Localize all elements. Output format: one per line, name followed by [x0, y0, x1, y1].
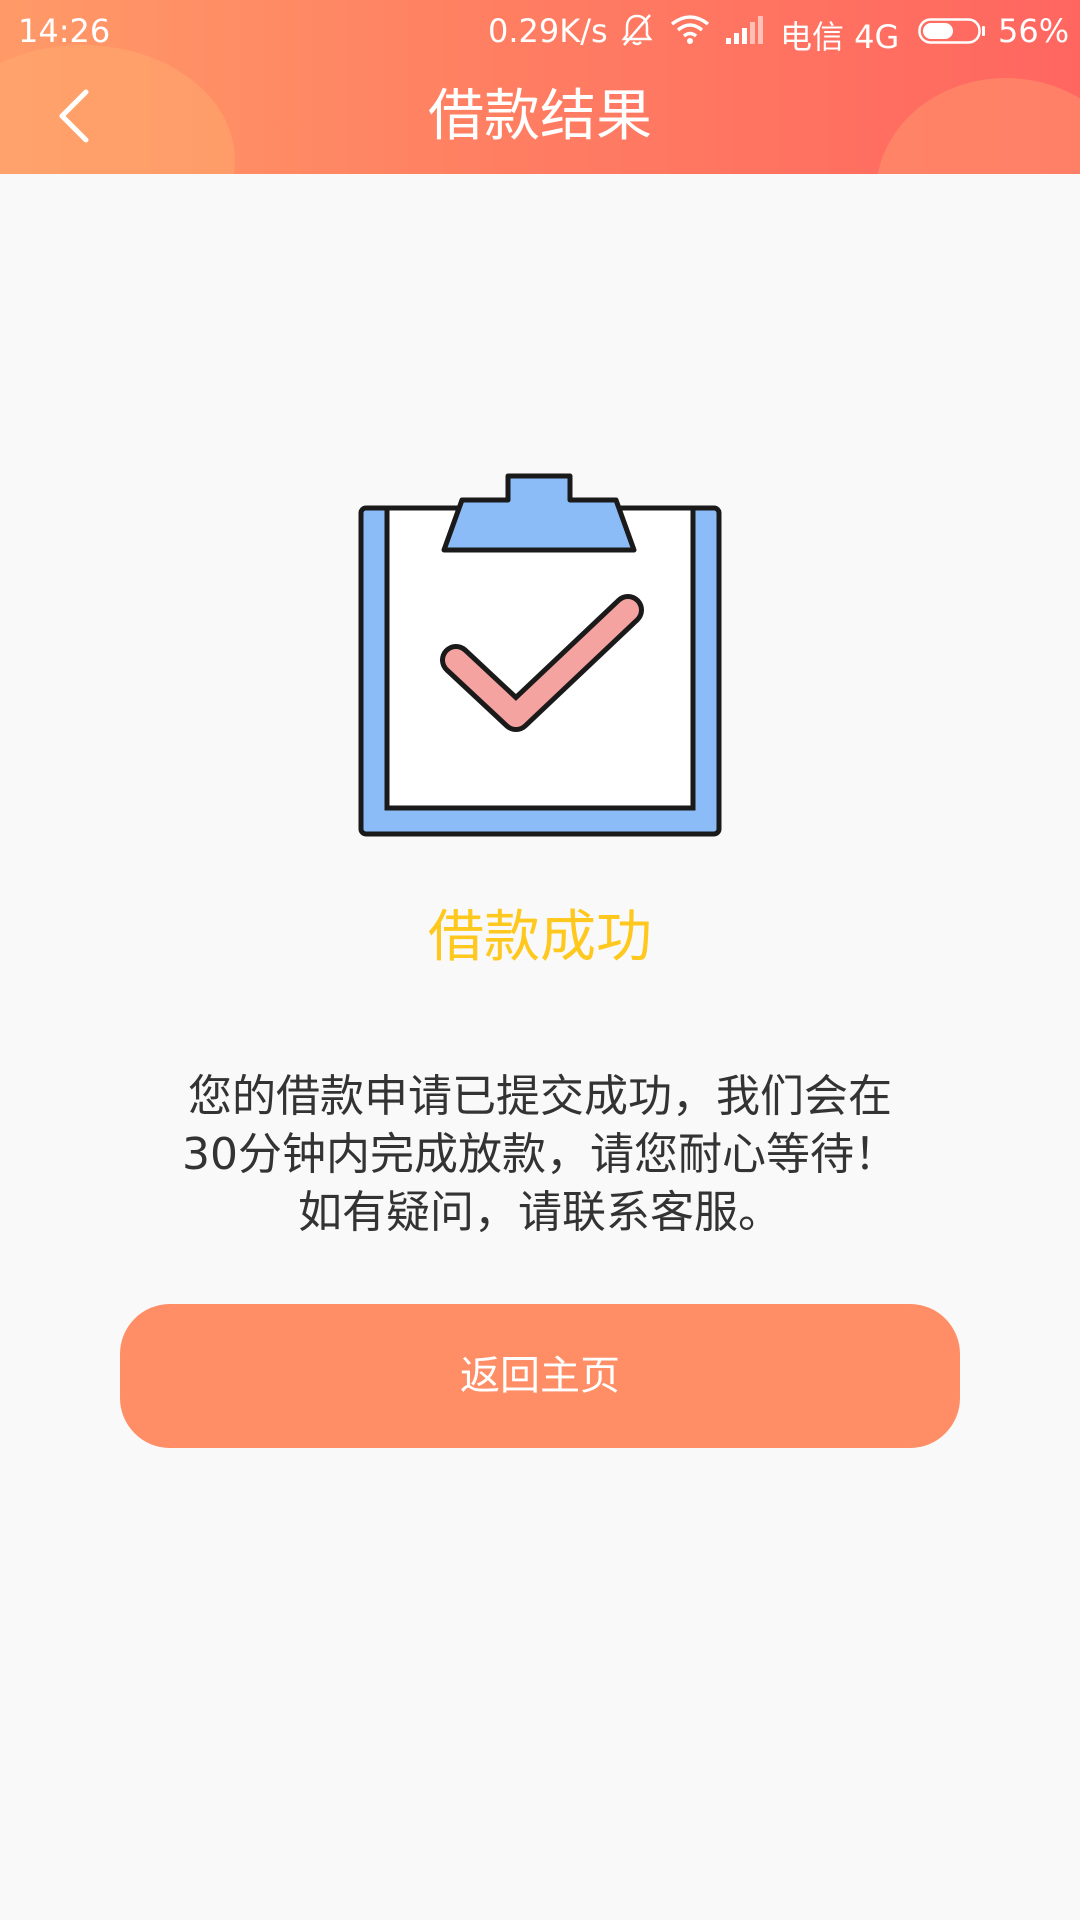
- signal-icon: [726, 16, 763, 44]
- result-message-line: 您的借款申请已提交成功，我们会在: [188, 1071, 892, 1122]
- mute-bell-icon: [621, 14, 653, 46]
- status-network-speed: 0.29K/s: [488, 12, 608, 50]
- loan-result-screen: 14:26 0.29K/s 电信 4G 56% 借款结果 借款成功 您的借款申请…: [0, 0, 1080, 1920]
- result-message-line: 如有疑问，请联系客服。: [298, 1187, 782, 1238]
- clipboard-check-icon: [358, 473, 722, 837]
- status-time: 14:26: [18, 12, 111, 50]
- status-bar: 14:26 0.29K/s 电信 4G 56%: [0, 0, 1080, 62]
- status-carrier: 电信 4G: [780, 18, 900, 56]
- result-message-line: 30分钟内完成放款，请您耐心等待！: [182, 1129, 898, 1180]
- return-home-button[interactable]: 返回主页: [120, 1304, 960, 1448]
- page-title: 借款结果: [428, 84, 652, 149]
- battery-icon: [918, 18, 985, 44]
- wifi-icon: [670, 15, 710, 44]
- header: 14:26 0.29K/s 电信 4G 56% 借款结果: [0, 0, 1080, 174]
- status-battery-percent: 56%: [998, 12, 1070, 50]
- success-title: 借款成功: [428, 905, 652, 970]
- result-message: 您的借款申请已提交成功，我们会在 30分钟内完成放款，请您耐心等待！ 如有疑问，…: [120, 1068, 960, 1242]
